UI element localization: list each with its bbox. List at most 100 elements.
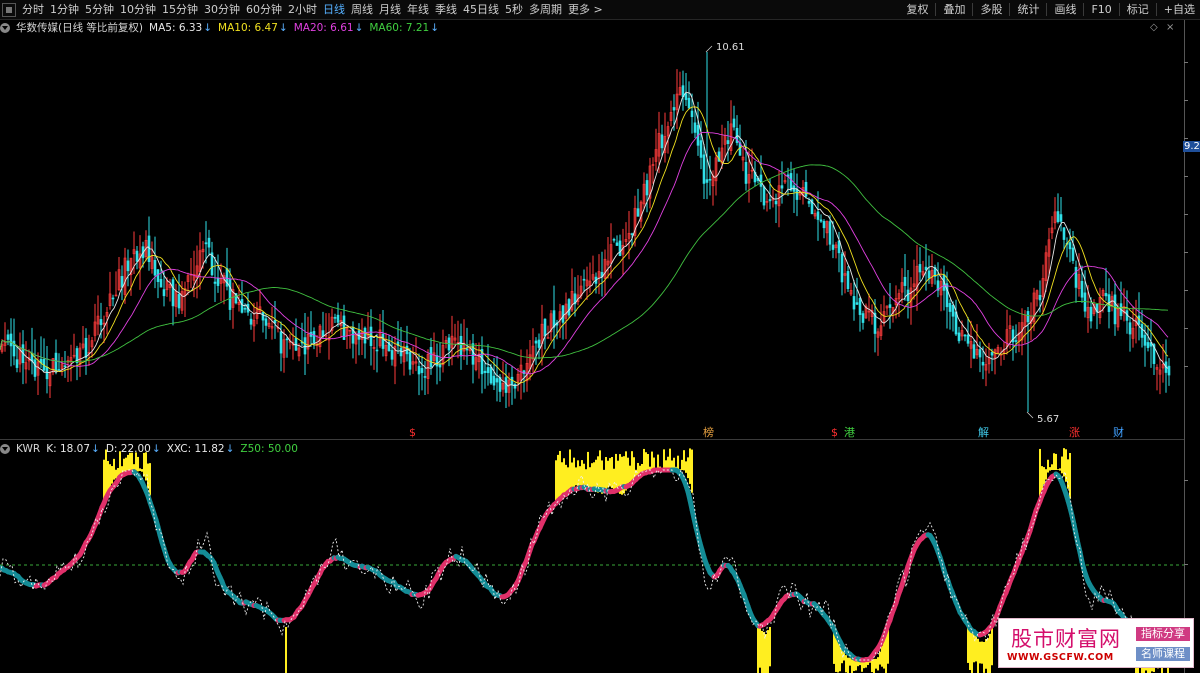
ma5-line: [0, 92, 1168, 386]
toolbar-action-4[interactable]: 画线: [1049, 0, 1081, 19]
period-tab-8[interactable]: 日线: [320, 0, 348, 19]
candle-body: [286, 339, 288, 340]
toolbar-action-3[interactable]: 统计: [1012, 0, 1044, 19]
candle-body: [763, 187, 765, 205]
menu-icon[interactable]: [2, 3, 16, 17]
candle-body: [646, 180, 648, 195]
period-tab-12[interactable]: 季线: [432, 0, 460, 19]
candle-body: [709, 179, 711, 180]
pane-divider[interactable]: [0, 439, 1184, 440]
candle-body: [1090, 307, 1092, 321]
period-tab-9[interactable]: 周线: [348, 0, 376, 19]
toolbar-action-1[interactable]: 叠加: [938, 0, 970, 19]
candle-body: [760, 175, 762, 186]
candle-body: [136, 251, 138, 261]
candle-body: [466, 349, 468, 350]
period-tab-7[interactable]: 2小时: [285, 0, 320, 19]
candle-body: [727, 140, 729, 143]
period-tab-16[interactable]: 更多 >: [565, 0, 606, 19]
toolbar-action-5[interactable]: F10: [1086, 0, 1116, 19]
candle-body: [928, 271, 930, 278]
period-tab-10[interactable]: 月线: [376, 0, 404, 19]
candle-body: [796, 189, 798, 200]
candle-body: [907, 290, 909, 301]
toolbar-separator: [972, 3, 973, 16]
candle-body: [619, 241, 621, 256]
period-tab-13[interactable]: 45日线: [460, 0, 502, 19]
candle-body: [46, 367, 48, 378]
event-marker[interactable]: 涨: [1069, 427, 1080, 439]
candle-body: [952, 305, 954, 316]
close-icon[interactable]: ×: [1166, 22, 1174, 33]
candle-body: [7, 335, 9, 340]
toolbar-action-7[interactable]: +自选: [1159, 0, 1200, 19]
event-marker[interactable]: 榜: [703, 427, 714, 439]
candle-body: [217, 278, 219, 286]
axis-tick: [1184, 328, 1188, 329]
collapse-icon[interactable]: [0, 23, 10, 33]
axis-tick: [1184, 100, 1188, 101]
toolbar-action-2[interactable]: 多股: [975, 0, 1007, 19]
candle-body: [547, 337, 549, 338]
candle-body: [553, 311, 555, 328]
event-marker[interactable]: 港: [844, 427, 855, 439]
candle-body: [409, 352, 411, 369]
candle-body: [112, 298, 114, 299]
arrow-down-icon: ↓: [430, 22, 439, 34]
ma20-line: [0, 132, 1168, 373]
chart-canvas[interactable]: 10.61 5.67: [0, 0, 1200, 673]
period-tab-4[interactable]: 15分钟: [159, 0, 201, 19]
toolbar-action-6[interactable]: 标记: [1122, 0, 1154, 19]
candle-body: [487, 367, 489, 372]
watermark-tag: 指标分享: [1136, 627, 1190, 641]
diamond-icon[interactable]: ◇: [1150, 22, 1158, 33]
axis-tick: [1184, 252, 1188, 253]
candle-body: [1027, 311, 1029, 322]
watermark-url: WWW.GSCFW.COM: [1007, 652, 1114, 663]
candle-body: [364, 328, 366, 343]
high-label: 10.61: [716, 42, 745, 53]
top-toolbar: 分时 1分钟 5分钟 10分钟 15分钟 30分钟 60分钟 2小时 日线 周线 月线 年线 季线 45日…: [0, 0, 1200, 20]
candle-body: [172, 280, 174, 306]
candle-body: [1105, 293, 1107, 296]
event-marker[interactable]: 财: [1113, 427, 1124, 439]
candle-body: [16, 360, 18, 368]
event-marker[interactable]: $: [831, 427, 838, 439]
candle-body: [817, 212, 819, 220]
toolbar-action-0[interactable]: 复权: [901, 0, 933, 19]
candle-body: [958, 333, 960, 341]
candle-body: [421, 368, 423, 372]
candle-body: [58, 369, 60, 370]
period-tab-5[interactable]: 30分钟: [201, 0, 243, 19]
period-tab-6[interactable]: 60分钟: [243, 0, 285, 19]
candle-body: [853, 296, 855, 309]
candle-body: [637, 209, 639, 217]
candle-body: [205, 243, 207, 244]
period-tab-14[interactable]: 5秒: [502, 0, 526, 19]
candle-body: [178, 294, 180, 308]
period-tab-15[interactable]: 多周期: [526, 0, 565, 19]
arrow-down-icon: ↓: [91, 443, 100, 455]
candle-body: [859, 298, 861, 314]
candle-body: [847, 271, 849, 288]
period-tab-3[interactable]: 10分钟: [117, 0, 159, 19]
candle-body: [613, 239, 615, 240]
candle-body: [265, 319, 267, 326]
candle-body: [1114, 295, 1116, 324]
candle-body: [706, 180, 708, 183]
collapse-icon[interactable]: [0, 444, 10, 454]
event-marker[interactable]: $: [409, 427, 416, 439]
watermark-name: 股市财富网: [1011, 623, 1121, 653]
event-marker[interactable]: 解: [978, 427, 989, 439]
candle-body: [919, 264, 921, 272]
candle-body: [775, 201, 777, 204]
period-tab-1[interactable]: 1分钟: [47, 0, 82, 19]
candle-body: [280, 332, 282, 353]
period-tab-2[interactable]: 5分钟: [82, 0, 117, 19]
action-toolbar: 复权 叠加 多股 统计 画线 F10 标记 +自选: [901, 0, 1200, 19]
candle-body: [562, 306, 564, 323]
candle-body: [55, 353, 57, 371]
price-axis[interactable]: [1184, 20, 1200, 673]
period-tab-11[interactable]: 年线: [404, 0, 432, 19]
period-tab-0[interactable]: 分时: [19, 0, 47, 19]
